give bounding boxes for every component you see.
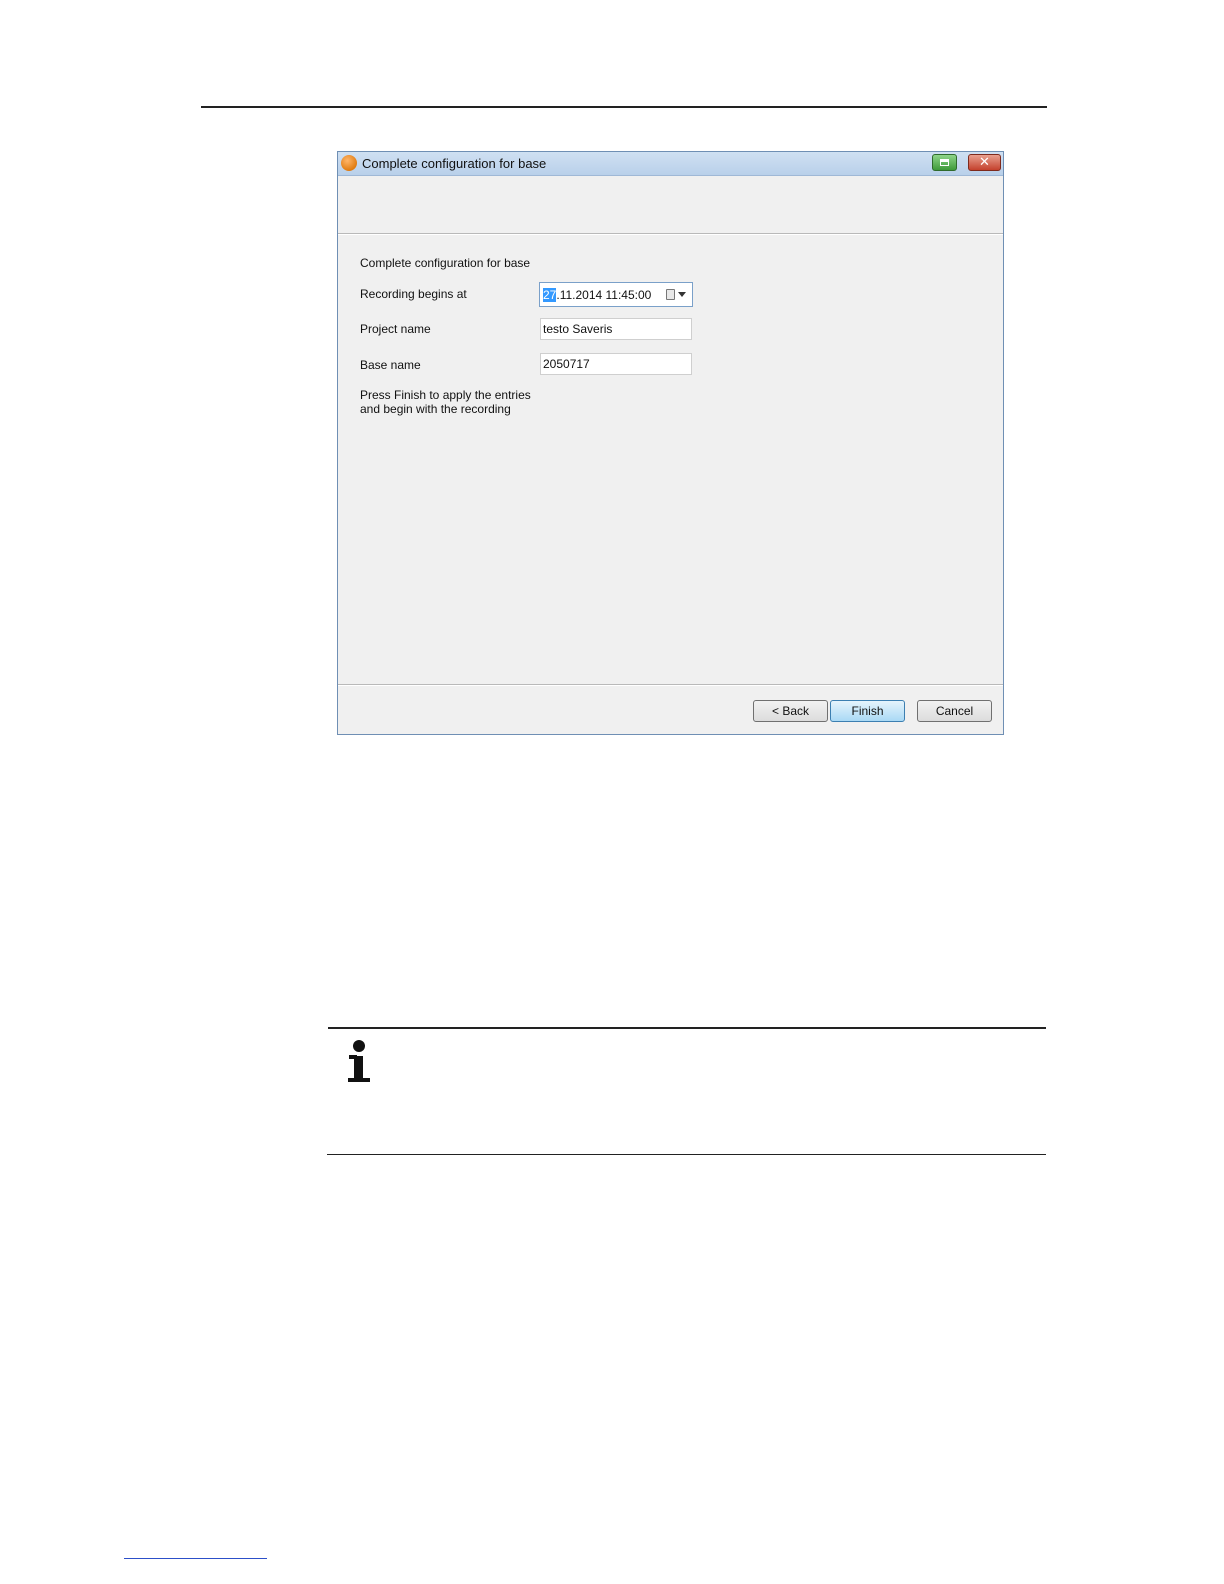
back-button[interactable]: < Back [753, 700, 828, 722]
wizard-header-band [338, 176, 1003, 235]
dialog-titlebar[interactable]: Complete configuration for base ✕ [338, 152, 1003, 176]
recording-begins-label: Recording begins at [360, 287, 467, 301]
datetime-day-selected: 27 [543, 288, 557, 302]
base-name-label: Base name [360, 358, 421, 372]
section-heading: Complete configuration for base [360, 256, 531, 270]
page-header-rule [201, 106, 1047, 108]
finish-instruction-text: Press Finish to apply the entries and be… [360, 388, 531, 416]
chevron-down-icon [678, 292, 686, 297]
datetime-value: 27.11.2014 11:45:00 [543, 288, 651, 302]
close-button[interactable]: ✕ [968, 154, 1001, 171]
testo-logo-icon [341, 155, 357, 171]
project-name-label: Project name [360, 322, 431, 336]
calendar-icon [666, 289, 675, 300]
info-icon-dot [353, 1040, 365, 1052]
info-icon [346, 1040, 374, 1084]
recording-datetime-picker[interactable]: 27.11.2014 11:45:00 [539, 282, 693, 307]
datetime-dropdown-button[interactable] [666, 288, 688, 301]
info-box-top-rule [328, 1027, 1046, 1029]
button-bar-divider [338, 684, 1003, 686]
cancel-button[interactable]: Cancel [917, 700, 992, 722]
datetime-rest: .11.2014 11:45:00 [556, 288, 652, 302]
finish-button[interactable]: Finish [830, 700, 905, 722]
footer-link-rule [124, 1558, 267, 1559]
close-icon: ✕ [979, 155, 990, 170]
project-name-input[interactable] [540, 318, 692, 340]
config-dialog: Complete configuration for base ✕ Comple… [337, 151, 1004, 735]
base-name-input[interactable] [540, 353, 692, 375]
info-icon-stem [354, 1056, 363, 1080]
help-icon [940, 159, 949, 166]
info-icon-base [348, 1078, 370, 1082]
help-button[interactable] [932, 154, 957, 171]
dialog-title: Complete configuration for base [362, 156, 547, 171]
info-box-bottom-rule [327, 1154, 1046, 1155]
